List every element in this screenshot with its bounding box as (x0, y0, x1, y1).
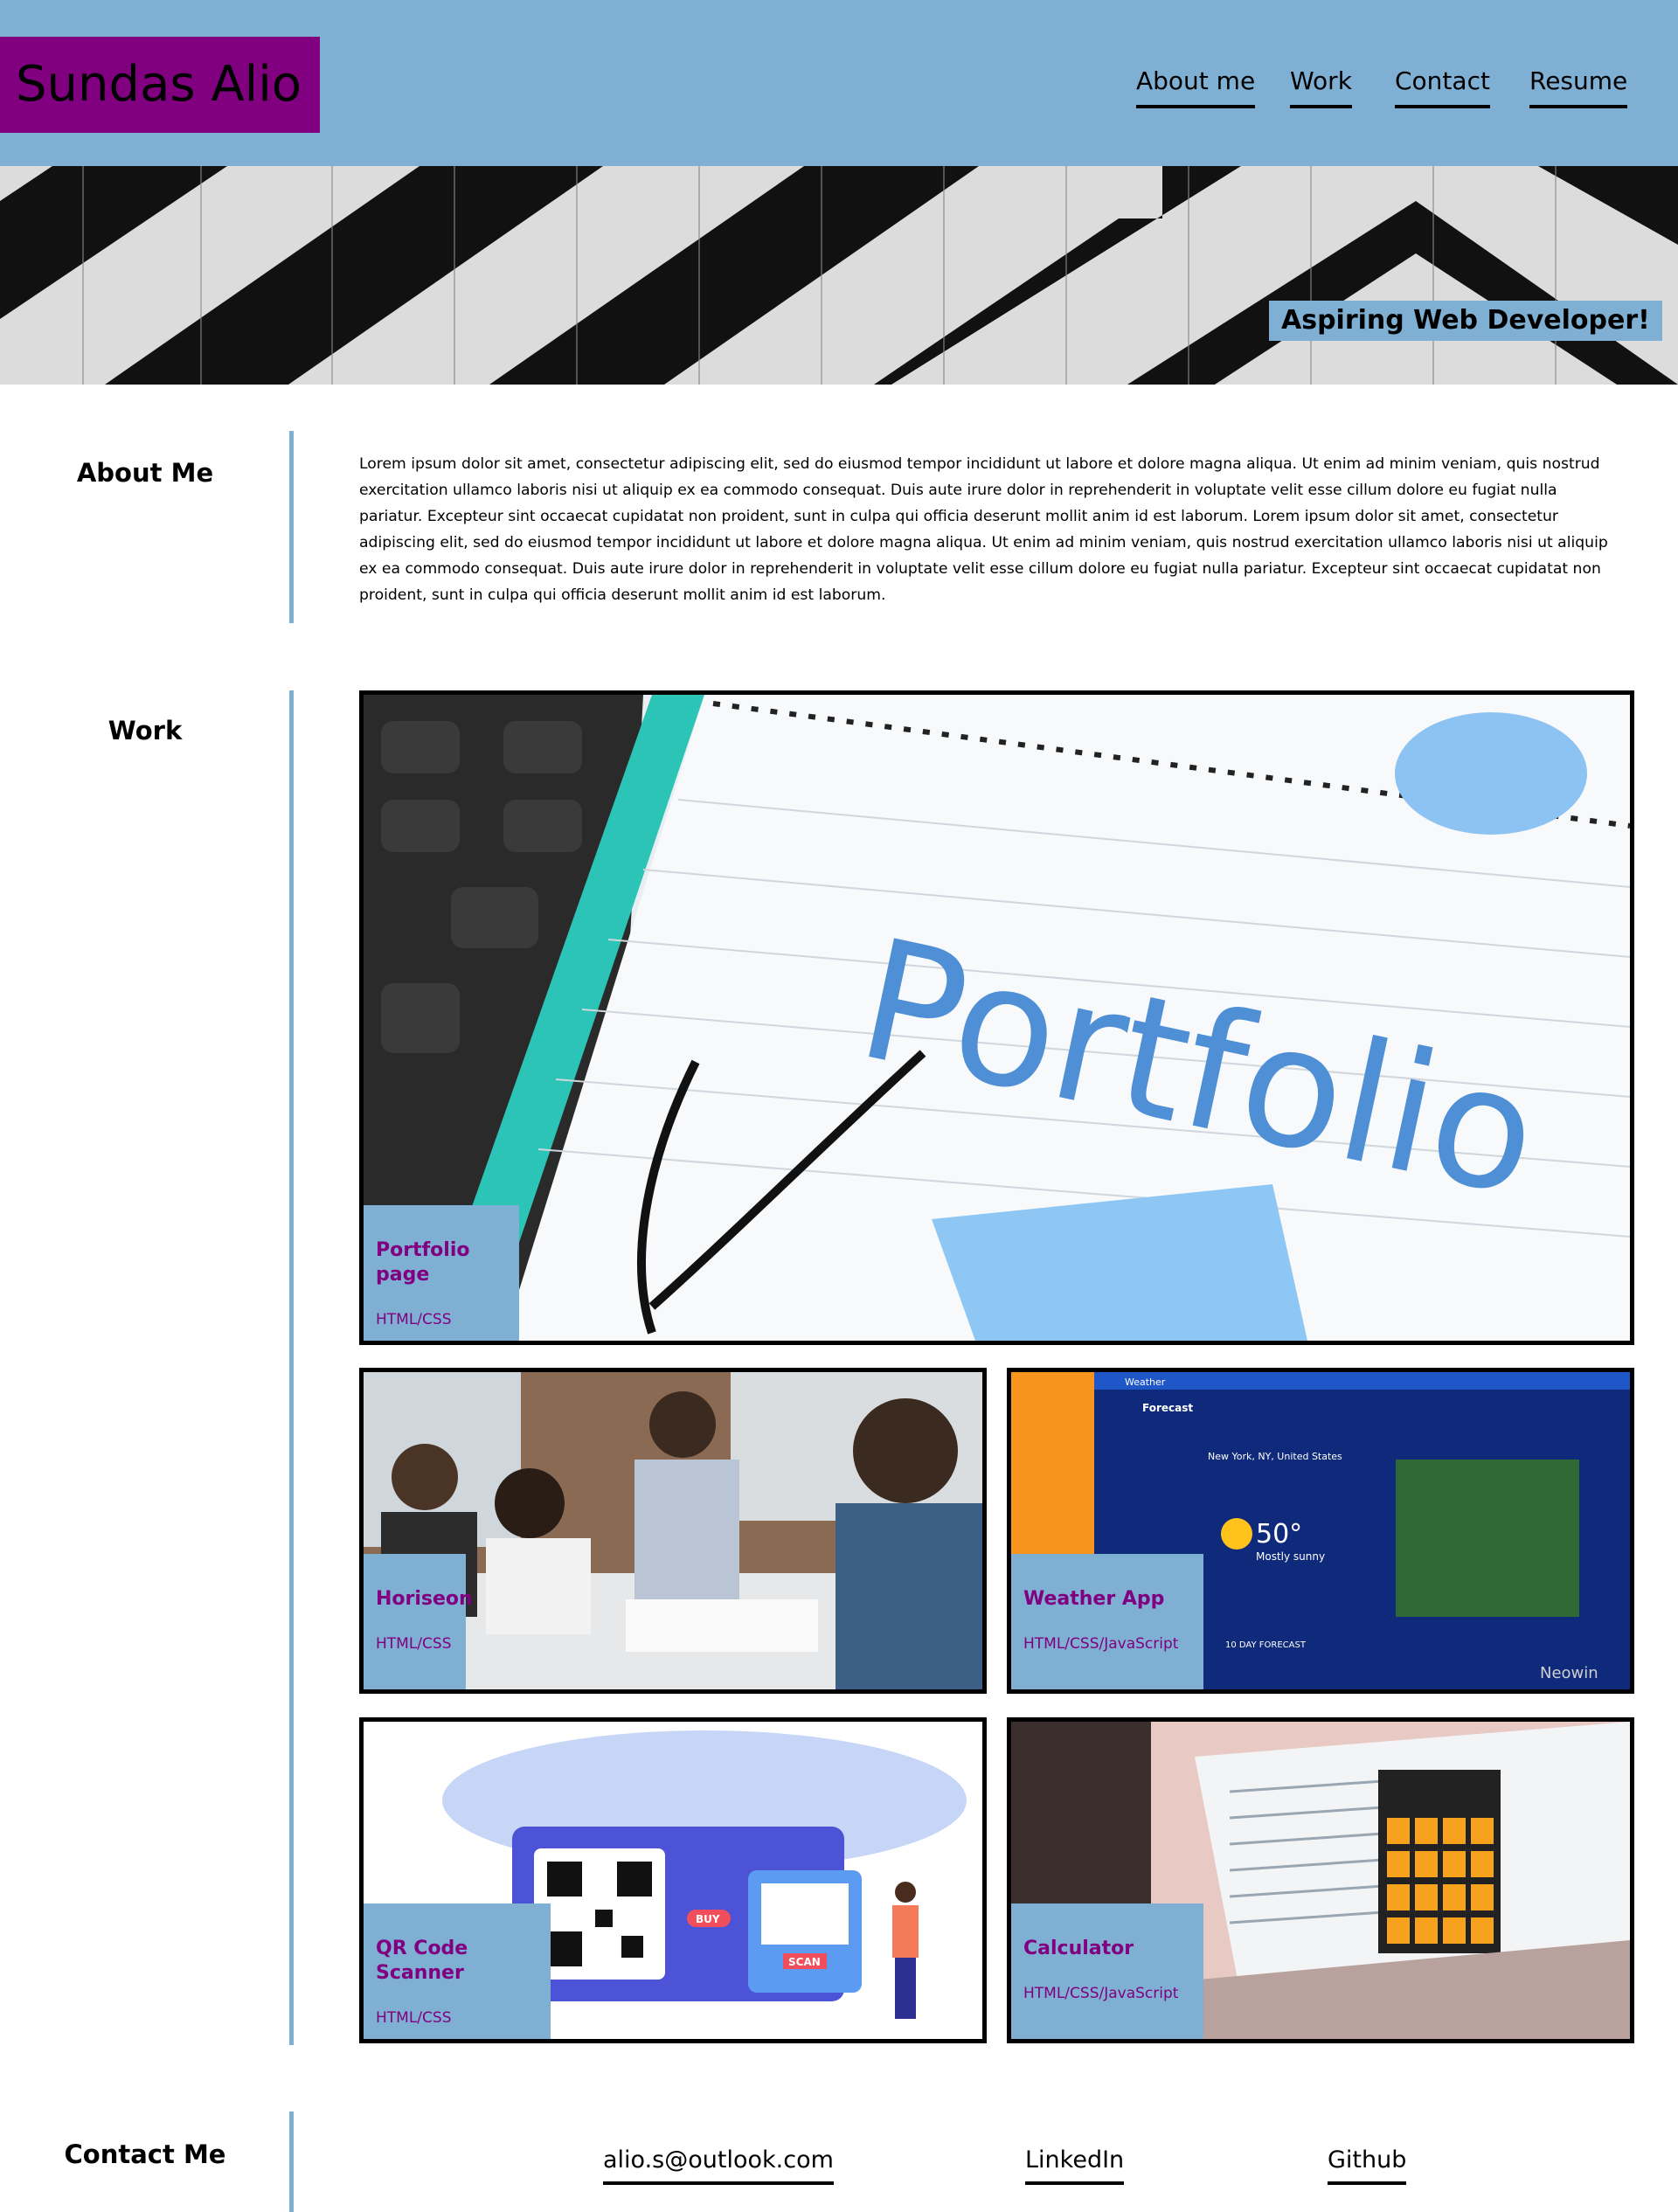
project-card-horiseon[interactable]: Horiseon HTML/CSS (359, 1368, 987, 1694)
project-title[interactable]: Horiseon (376, 1587, 473, 1612)
project-label-portfolio: Portfolio page HTML/CSS (364, 1205, 519, 1341)
nav-about-me[interactable]: About me (1136, 66, 1256, 108)
hero-tagline: Aspiring Web Developer! (1269, 301, 1662, 341)
project-tech: HTML/CSS (376, 2009, 452, 2027)
svg-text:Neowin: Neowin (1540, 1664, 1598, 1682)
project-title[interactable]: Weather App (1023, 1587, 1191, 1612)
nav-contact[interactable]: Contact (1395, 66, 1490, 108)
svg-text:SCAN: SCAN (788, 1956, 821, 1968)
project-title[interactable]: Portfolio page (376, 1238, 507, 1287)
work-heading: Work (107, 716, 183, 745)
svg-text:BUY: BUY (696, 1913, 720, 1925)
svg-text:10 DAY FORECAST: 10 DAY FORECAST (1225, 1640, 1307, 1650)
project-tech: HTML/CSS/JavaScript (1023, 1635, 1179, 1653)
project-card-calculator[interactable]: Calculator HTML/CSS/JavaScript (1007, 1717, 1634, 2043)
about-text: Lorem ipsum dolor sit amet, consectetur … (359, 455, 1608, 604)
project-tech: HTML/CSS (376, 1311, 452, 1328)
hero-stripes-image (0, 166, 1678, 385)
project-tech: HTML/CSS/JavaScript (1023, 1985, 1179, 2002)
portfolio-image: Portfolio (364, 695, 1630, 1341)
nav-resume[interactable]: Resume (1529, 66, 1628, 108)
project-tech: HTML/CSS (376, 1635, 452, 1653)
project-label-calculator: Calculator HTML/CSS/JavaScript (1011, 1903, 1203, 2039)
svg-text:New York, NY, United States: New York, NY, United States (1208, 1451, 1342, 1462)
contact-linkedin-link[interactable]: LinkedIn (1025, 2146, 1125, 2185)
svg-text:50°: 50° (1256, 1519, 1302, 1550)
main-nav: About me Work Contact Resume (0, 66, 1678, 110)
contact-github-link[interactable]: Github (1328, 2146, 1407, 2185)
site-header: Sundas Alio About me Work Contact Resume (0, 0, 1678, 166)
about-divider (289, 431, 294, 623)
project-label-qr-code-scanner: QR Code Scanner HTML/CSS (364, 1903, 551, 2039)
work-divider (289, 690, 294, 2045)
project-label-weather-app: Weather App HTML/CSS/JavaScript (1011, 1554, 1203, 1689)
contact-email-link[interactable]: alio.s@outlook.com (603, 2146, 834, 2185)
nav-work[interactable]: Work (1290, 66, 1352, 108)
contact-divider (289, 2111, 294, 2212)
project-title[interactable]: Calculator (1023, 1937, 1191, 1961)
about-heading: About Me (76, 458, 214, 488)
project-card-qr-code-scanner[interactable]: BUY SCAN QR Code Scanner HTML/CSS (359, 1717, 987, 2043)
project-card-portfolio[interactable]: Portfolio Portfolio page HTML/CSS (359, 690, 1634, 1345)
project-label-horiseon: Horiseon HTML/CSS (364, 1554, 473, 1689)
svg-text:Forecast: Forecast (1142, 1402, 1193, 1414)
project-title[interactable]: QR Code Scanner (376, 1937, 538, 1986)
hero-banner (0, 166, 1678, 385)
contact-heading: Contact Me (64, 2139, 226, 2169)
svg-text:Mostly sunny: Mostly sunny (1256, 1550, 1325, 1563)
project-card-weather-app[interactable]: Weather Forecast New York, NY, United St… (1007, 1368, 1634, 1694)
svg-text:Weather: Weather (1125, 1376, 1166, 1388)
